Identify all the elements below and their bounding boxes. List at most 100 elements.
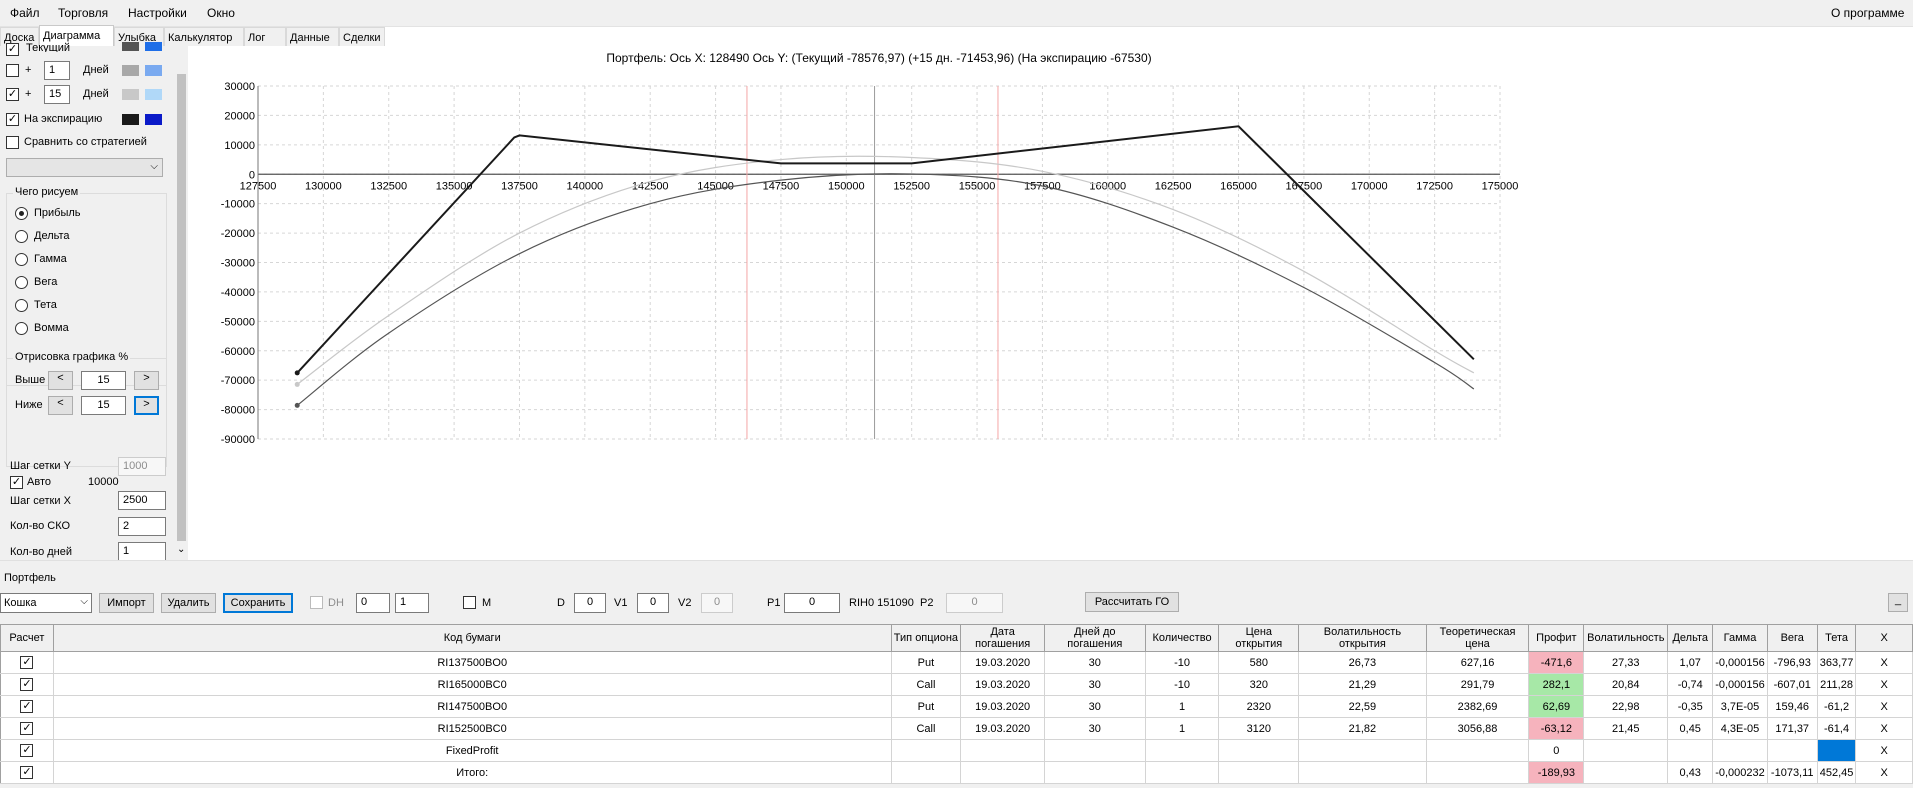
days-count-input[interactable]: 1 xyxy=(118,542,166,561)
below-increase-button[interactable]: > xyxy=(134,396,159,415)
expiry-color-black[interactable] xyxy=(122,114,139,125)
grid-y-input[interactable]: 1000 xyxy=(118,457,166,476)
menu-window[interactable]: Окно xyxy=(207,6,235,20)
grid-header-cell[interactable]: Теоретическая цена xyxy=(1425,624,1530,652)
grid-header-cell[interactable]: Гамма xyxy=(1712,624,1768,652)
grid-header-cell[interactable]: Цена открытия xyxy=(1218,624,1300,652)
grid-header-cell[interactable]: Волатильность xyxy=(1583,624,1669,652)
delete-button[interactable]: Удалить xyxy=(161,593,216,613)
grid-x-input[interactable]: 2500 xyxy=(118,491,166,510)
below-decrease-button[interactable]: < xyxy=(48,396,73,415)
dh-spin2[interactable]: 1 xyxy=(395,593,429,613)
menu-settings[interactable]: Настройки xyxy=(128,6,187,20)
strategy-dropdown[interactable]: ⌵ xyxy=(6,158,163,177)
grid-header-cell[interactable]: Тета xyxy=(1816,624,1857,652)
table-row[interactable]: ✓ RI147500BO0 Put 19.03.2020 30 1 2320 22,59 238… xyxy=(0,695,1913,718)
grid-header-cell[interactable]: Профит xyxy=(1528,624,1585,652)
current-checkbox[interactable]: ✓ xyxy=(6,43,19,56)
above-input[interactable]: 15 xyxy=(81,371,126,390)
radio-theta[interactable] xyxy=(15,299,28,312)
v2-input[interactable]: 0 xyxy=(701,593,733,613)
tab-data[interactable]: Данные xyxy=(286,27,339,47)
p2-input[interactable]: 0 xyxy=(946,593,1003,613)
above-decrease-button[interactable]: < xyxy=(48,371,73,390)
calc-checkbox[interactable]: ✓ xyxy=(20,678,34,691)
calc-checkbox[interactable]: ✓ xyxy=(20,700,34,713)
grid-header-cell[interactable]: Дней до погашения xyxy=(1044,624,1146,652)
days1-color-gray[interactable] xyxy=(122,65,139,76)
radio-vomma[interactable] xyxy=(15,322,28,335)
calc-go-button[interactable]: Рассчитать ГО xyxy=(1085,592,1179,612)
grid-header-cell[interactable]: Расчет xyxy=(0,624,54,652)
calc-checkbox-cell[interactable]: ✓ xyxy=(0,695,54,718)
auto-checkbox[interactable]: ✓ xyxy=(10,476,23,489)
radio-gamma[interactable] xyxy=(15,253,28,266)
cell-x[interactable]: X xyxy=(1855,651,1913,674)
current-color-blue[interactable] xyxy=(145,42,162,51)
days2-color-gray[interactable] xyxy=(122,89,139,100)
calc-checkbox[interactable]: ✓ xyxy=(20,766,34,779)
cell-x[interactable]: X xyxy=(1855,761,1913,784)
below-input[interactable]: 15 xyxy=(81,396,126,415)
splitter[interactable] xyxy=(0,560,1913,571)
days2-checkbox[interactable]: ✓ xyxy=(6,88,19,101)
save-button[interactable]: Сохранить xyxy=(223,593,293,613)
table-row[interactable]: ✓ RI137500BO0 Put 19.03.2020 30 -10 580 26,73 62… xyxy=(0,651,1913,674)
table-row[interactable]: ✓ RI165000BC0 Call 19.03.2020 30 -10 320 21,29 2… xyxy=(0,673,1913,696)
cell-x[interactable]: X xyxy=(1855,695,1913,718)
days1-input[interactable]: 1 xyxy=(44,61,70,80)
calc-checkbox[interactable]: ✓ xyxy=(20,656,34,669)
table-row[interactable]: ✓ FixedProfit 0 X xyxy=(0,739,1913,762)
cell-x[interactable]: X xyxy=(1855,739,1913,762)
grid-header-cell[interactable]: X xyxy=(1855,624,1913,652)
expiry-color-blue[interactable] xyxy=(145,114,162,125)
grid-header-cell[interactable]: Дата погашения xyxy=(960,624,1046,652)
grid-header-cell[interactable]: Количество xyxy=(1144,624,1220,652)
p1-input[interactable]: 0 xyxy=(784,593,840,613)
account-select[interactable]: Кошка ⌵ xyxy=(0,593,92,613)
calc-checkbox-cell[interactable]: ✓ xyxy=(0,717,54,740)
menu-about[interactable]: О программе xyxy=(1831,6,1904,20)
radio-delta[interactable] xyxy=(15,230,28,243)
calc-checkbox-cell[interactable]: ✓ xyxy=(0,673,54,696)
payoff-chart[interactable]: Портфель: Ось X: 128490 Ось Y: (Текущий … xyxy=(188,46,1913,560)
grid-header-cell[interactable]: Код бумаги xyxy=(52,624,892,652)
tab-calculator[interactable]: Калькулятор xyxy=(164,27,244,47)
settings-scrollbar[interactable]: ⌄ xyxy=(175,46,188,560)
calc-checkbox-cell[interactable]: ✓ xyxy=(0,651,54,674)
grid-header-cell[interactable]: Тип опциона xyxy=(890,624,962,652)
v1-input[interactable]: 0 xyxy=(637,593,669,613)
import-button[interactable]: Импорт xyxy=(99,593,154,613)
d-input[interactable]: 0 xyxy=(574,593,606,613)
grid-header-cell[interactable]: Волатильность открытия xyxy=(1298,624,1427,652)
calc-checkbox-cell[interactable]: ✓ xyxy=(0,761,54,784)
dh-checkbox[interactable] xyxy=(310,596,323,609)
menu-trading[interactable]: Торговля xyxy=(58,6,108,20)
cell-x[interactable]: X xyxy=(1855,673,1913,696)
m-checkbox[interactable] xyxy=(463,596,476,609)
compare-checkbox[interactable] xyxy=(6,136,19,149)
radio-profit[interactable] xyxy=(15,207,28,220)
current-color-dark[interactable] xyxy=(122,42,139,51)
days1-checkbox[interactable] xyxy=(6,64,19,77)
sko-input[interactable]: 2 xyxy=(118,517,166,536)
table-row[interactable]: ✓ Итого: -189,93 0,43 -0,000232 -1073,11 452,4… xyxy=(0,761,1913,784)
tab-log[interactable]: Лог xyxy=(244,27,286,47)
tab-deals[interactable]: Сделки xyxy=(339,27,385,47)
radio-vega[interactable] xyxy=(15,276,28,289)
scroll-down-icon[interactable]: ⌄ xyxy=(177,544,185,555)
minimize-button[interactable]: _ xyxy=(1888,593,1908,612)
above-increase-button[interactable]: > xyxy=(134,371,159,390)
grid-header-cell[interactable]: Дельта xyxy=(1667,624,1714,652)
calc-checkbox-cell[interactable]: ✓ xyxy=(0,739,54,762)
scrollbar-thumb[interactable] xyxy=(177,74,186,541)
cell-x[interactable]: X xyxy=(1855,717,1913,740)
calc-checkbox[interactable]: ✓ xyxy=(20,744,34,757)
menu-file[interactable]: Файл xyxy=(10,6,40,20)
expiry-checkbox[interactable]: ✓ xyxy=(6,113,19,126)
days2-input[interactable]: 15 xyxy=(44,85,70,104)
table-row[interactable]: ✓ RI152500BC0 Call 19.03.2020 30 1 3120 21,82 30… xyxy=(0,717,1913,740)
calc-checkbox[interactable]: ✓ xyxy=(20,722,34,735)
grid-header-cell[interactable]: Вега xyxy=(1766,624,1818,652)
days2-color-blue[interactable] xyxy=(145,89,162,100)
